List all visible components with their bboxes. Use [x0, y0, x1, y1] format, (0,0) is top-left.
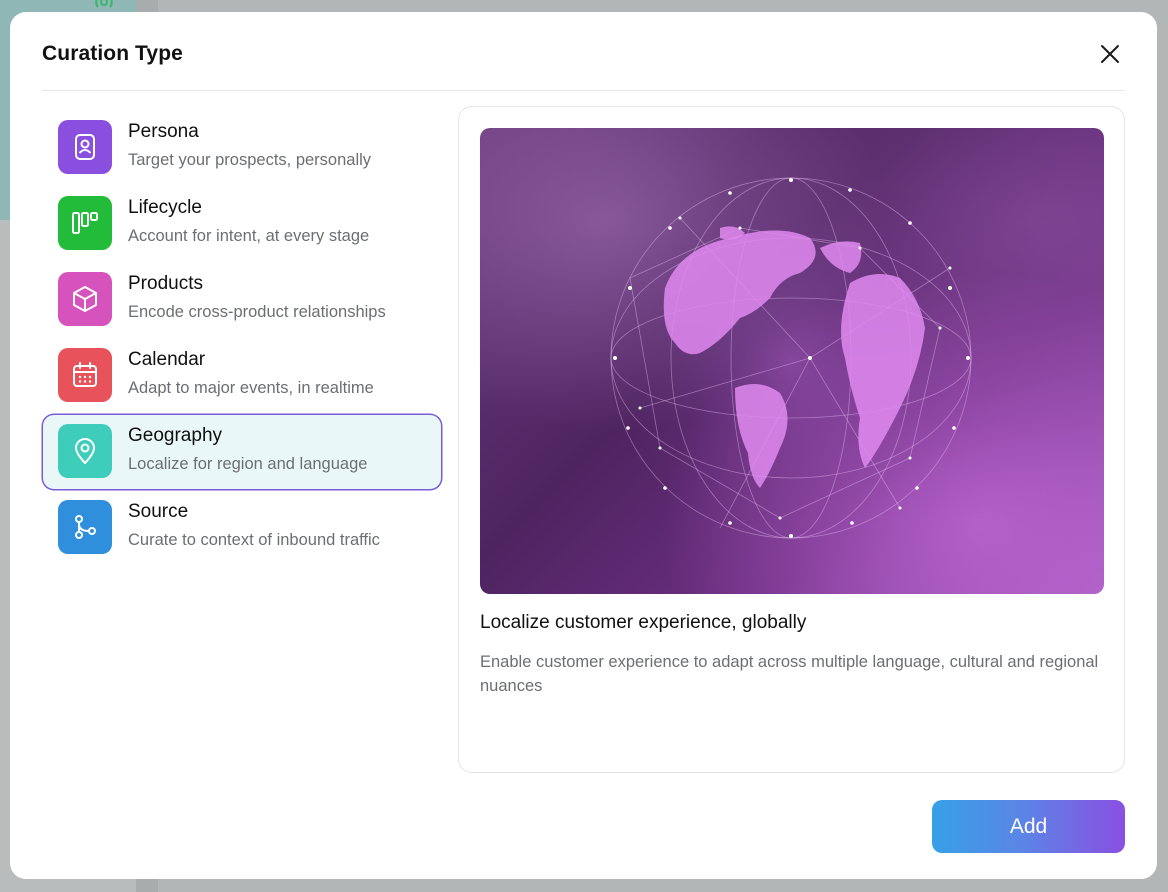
type-item-lifecycle[interactable]: Lifecycle Account for intent, at every s… — [42, 186, 442, 262]
modal-title: Curation Type — [42, 42, 183, 65]
preview-title: Localize customer experience, globally — [480, 612, 807, 633]
cube-icon — [58, 272, 112, 326]
curation-type-modal: Curation Type Persona Target your prospe… — [10, 12, 1157, 879]
branch-icon — [58, 500, 112, 554]
type-description: Encode cross-product relationships — [128, 303, 386, 321]
type-description: Account for intent, at every stage — [128, 227, 370, 245]
type-name: Calendar — [128, 349, 206, 370]
type-name: Source — [128, 501, 189, 522]
location-pin-icon — [58, 424, 112, 478]
close-icon — [1101, 45, 1119, 63]
type-name: Geography — [128, 425, 223, 446]
type-description: Target your prospects, personally — [128, 151, 372, 169]
type-name: Lifecycle — [128, 197, 202, 218]
calendar-icon — [58, 348, 112, 402]
type-description: Adapt to major events, in realtime — [128, 379, 374, 397]
add-button[interactable]: Add — [932, 800, 1125, 853]
type-description: Curate to context of inbound traffic — [128, 531, 380, 549]
preview-description: Enable customer experience to adapt acro… — [480, 653, 1099, 695]
preview-panel: Localize customer experience, globally E… — [458, 106, 1125, 773]
close-button[interactable] — [1096, 40, 1124, 68]
curation-type-list: Persona Target your prospects, personall… — [42, 110, 442, 566]
type-item-source[interactable]: Source Curate to context of inbound traf… — [42, 490, 442, 566]
type-name: Products — [128, 273, 203, 294]
type-description: Localize for region and language — [128, 455, 368, 473]
type-name: Persona — [128, 121, 199, 142]
type-item-geography[interactable]: Geography Localize for region and langua… — [42, 414, 442, 490]
type-item-persona[interactable]: Persona Target your prospects, personall… — [42, 110, 442, 186]
type-item-calendar[interactable]: Calendar Adapt to major events, in realt… — [42, 338, 442, 414]
persona-icon — [58, 120, 112, 174]
globe-network-illustration — [480, 128, 1104, 594]
type-item-products[interactable]: Products Encode cross-product relationsh… — [42, 262, 442, 338]
header-divider — [42, 90, 1125, 91]
lifecycle-icon — [58, 196, 112, 250]
